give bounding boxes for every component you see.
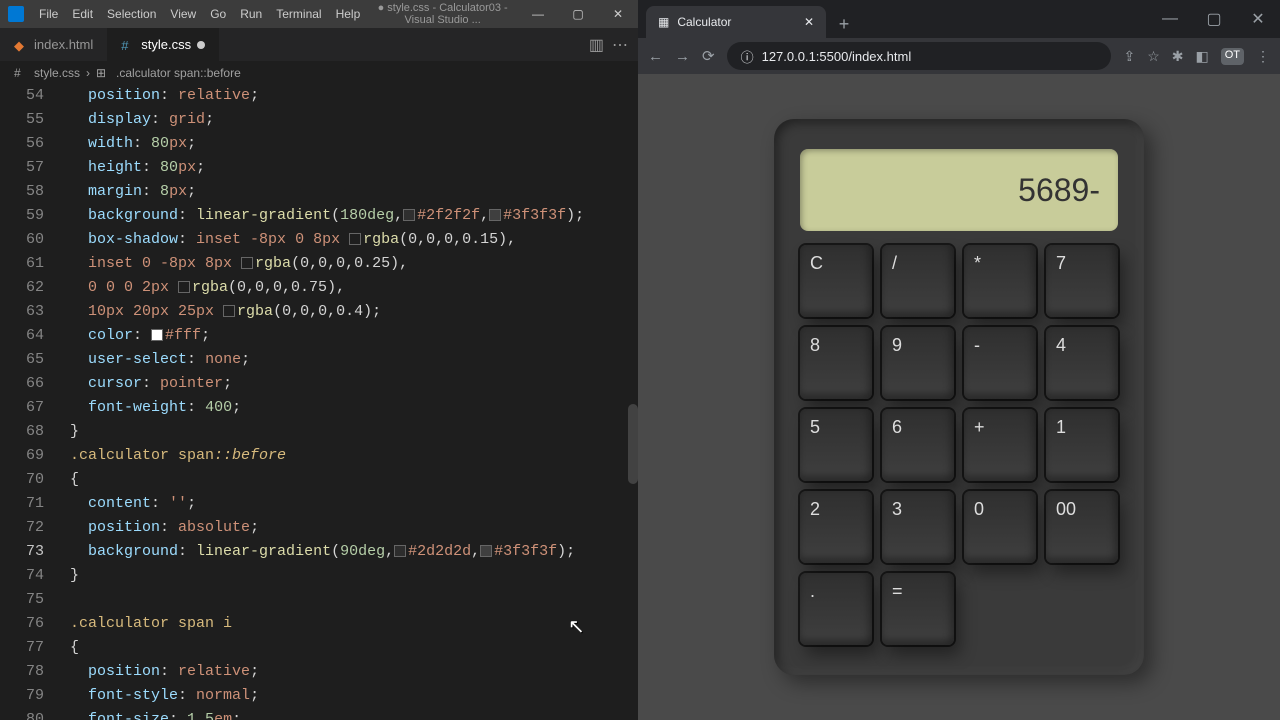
menu-run[interactable]: Run xyxy=(233,7,269,21)
menu-edit[interactable]: Edit xyxy=(65,7,100,21)
key-5[interactable]: 5 xyxy=(800,409,872,481)
menu-file[interactable]: File xyxy=(32,7,65,21)
extensions-icon[interactable]: ✱ xyxy=(1172,48,1184,65)
key-2[interactable]: 2 xyxy=(800,491,872,563)
tab-label: style.css xyxy=(141,37,191,52)
mouse-cursor-icon: ↖ xyxy=(568,614,585,639)
css-file-icon: # xyxy=(121,38,135,52)
url-text: 127.0.0.1:5500/index.html xyxy=(762,49,912,64)
browser-window: ▦ Calculator ✕ + — ▢ ✕ ← → ⟳ ⓘ 127.0.0.1… xyxy=(638,0,1280,720)
key-multiply[interactable]: * xyxy=(964,245,1036,317)
menu-terminal[interactable]: Terminal xyxy=(269,7,328,21)
window-controls: — ▢ ✕ xyxy=(518,0,638,28)
window-title: ● style.css - Calculator03 - Visual Stud… xyxy=(367,2,518,26)
page-content: 5689- C / * 7 8 9 - 4 5 6 + 1 2 3 0 00 .… xyxy=(638,74,1280,720)
main-menu: File Edit Selection View Go Run Terminal… xyxy=(32,7,367,21)
titlebar: File Edit Selection View Go Run Terminal… xyxy=(0,0,638,28)
close-tab-icon[interactable]: ✕ xyxy=(804,15,814,29)
forward-icon[interactable]: → xyxy=(675,48,690,65)
more-icon[interactable]: ⋯ xyxy=(612,35,628,55)
reload-icon[interactable]: ⟳ xyxy=(702,47,715,65)
profile-badge[interactable]: OT xyxy=(1221,48,1244,65)
calculator: 5689- C / * 7 8 9 - 4 5 6 + 1 2 3 0 00 .… xyxy=(774,119,1144,675)
browser-tab-title: Calculator xyxy=(677,15,731,29)
split-editor-icon[interactable]: ▥ xyxy=(589,35,604,55)
key-0[interactable]: 0 xyxy=(964,491,1036,563)
browser-tab[interactable]: ▦ Calculator ✕ xyxy=(646,6,826,38)
tab-index-html[interactable]: ◆ index.html xyxy=(0,28,107,62)
dirty-indicator-icon xyxy=(197,41,205,49)
symbol-icon: ⊞ xyxy=(96,66,110,80)
line-gutter: 5455565758596061626364656667686970717273… xyxy=(0,84,62,720)
maximize-icon[interactable]: ▢ xyxy=(558,0,598,28)
css-file-icon: # xyxy=(14,66,28,80)
minimize-icon[interactable]: — xyxy=(1148,0,1192,38)
breadcrumb-item[interactable]: .calculator span::before xyxy=(116,66,241,80)
back-icon[interactable]: ← xyxy=(648,48,663,65)
key-7[interactable]: 7 xyxy=(1046,245,1118,317)
tab-style-css[interactable]: # style.css xyxy=(107,28,219,62)
new-tab-button[interactable]: + xyxy=(830,10,858,38)
tab-bar: ◆ index.html # style.css ▥ ⋯ xyxy=(0,28,638,62)
breadcrumb[interactable]: # style.css › ⊞ .calculator span::before xyxy=(0,62,638,84)
address-bar-row: ← → ⟳ ⓘ 127.0.0.1:5500/index.html ⇪ ☆ ✱ … xyxy=(638,38,1280,74)
close-icon[interactable]: ✕ xyxy=(1236,0,1280,38)
vscode-logo-icon xyxy=(8,6,24,22)
tab-label: index.html xyxy=(34,37,93,52)
scrollbar-thumb[interactable] xyxy=(628,404,638,484)
key-8[interactable]: 8 xyxy=(800,327,872,399)
key-4[interactable]: 4 xyxy=(1046,327,1118,399)
menu-selection[interactable]: Selection xyxy=(100,7,163,21)
key-9[interactable]: 9 xyxy=(882,327,954,399)
chevron-icon: › xyxy=(86,66,90,80)
calc-display: 5689- xyxy=(800,149,1118,231)
key-00[interactable]: 00 xyxy=(1046,491,1118,563)
menu-icon[interactable]: ⋮ xyxy=(1256,48,1270,65)
key-equals[interactable]: = xyxy=(882,573,954,645)
minimize-icon[interactable]: — xyxy=(518,0,558,28)
key-dot[interactable]: . xyxy=(800,573,872,645)
maximize-icon[interactable]: ▢ xyxy=(1192,0,1236,38)
code-content[interactable]: position: relative; display: grid; width… xyxy=(70,84,638,720)
key-6[interactable]: 6 xyxy=(882,409,954,481)
extension-icon[interactable]: ◧ xyxy=(1195,48,1208,65)
bookmark-icon[interactable]: ☆ xyxy=(1147,48,1160,65)
menu-view[interactable]: View xyxy=(163,7,203,21)
key-divide[interactable]: / xyxy=(882,245,954,317)
address-bar[interactable]: ⓘ 127.0.0.1:5500/index.html xyxy=(727,42,1112,70)
key-minus[interactable]: - xyxy=(964,327,1036,399)
calc-keypad: C / * 7 8 9 - 4 5 6 + 1 2 3 0 00 . = xyxy=(800,245,1118,645)
page-favicon-icon: ▦ xyxy=(658,15,669,29)
breadcrumb-item[interactable]: style.css xyxy=(34,66,80,80)
menu-help[interactable]: Help xyxy=(329,7,368,21)
close-icon[interactable]: ✕ xyxy=(598,0,638,28)
key-plus[interactable]: + xyxy=(964,409,1036,481)
browser-tabbar: ▦ Calculator ✕ + — ▢ ✕ xyxy=(638,0,1280,38)
code-editor[interactable]: 5455565758596061626364656667686970717273… xyxy=(0,84,638,720)
key-1[interactable]: 1 xyxy=(1046,409,1118,481)
html-file-icon: ◆ xyxy=(14,38,28,52)
share-icon[interactable]: ⇪ xyxy=(1123,48,1135,65)
key-clear[interactable]: C xyxy=(800,245,872,317)
menu-go[interactable]: Go xyxy=(203,7,233,21)
site-info-icon[interactable]: ⓘ xyxy=(741,47,754,66)
vscode-window: File Edit Selection View Go Run Terminal… xyxy=(0,0,638,720)
key-3[interactable]: 3 xyxy=(882,491,954,563)
